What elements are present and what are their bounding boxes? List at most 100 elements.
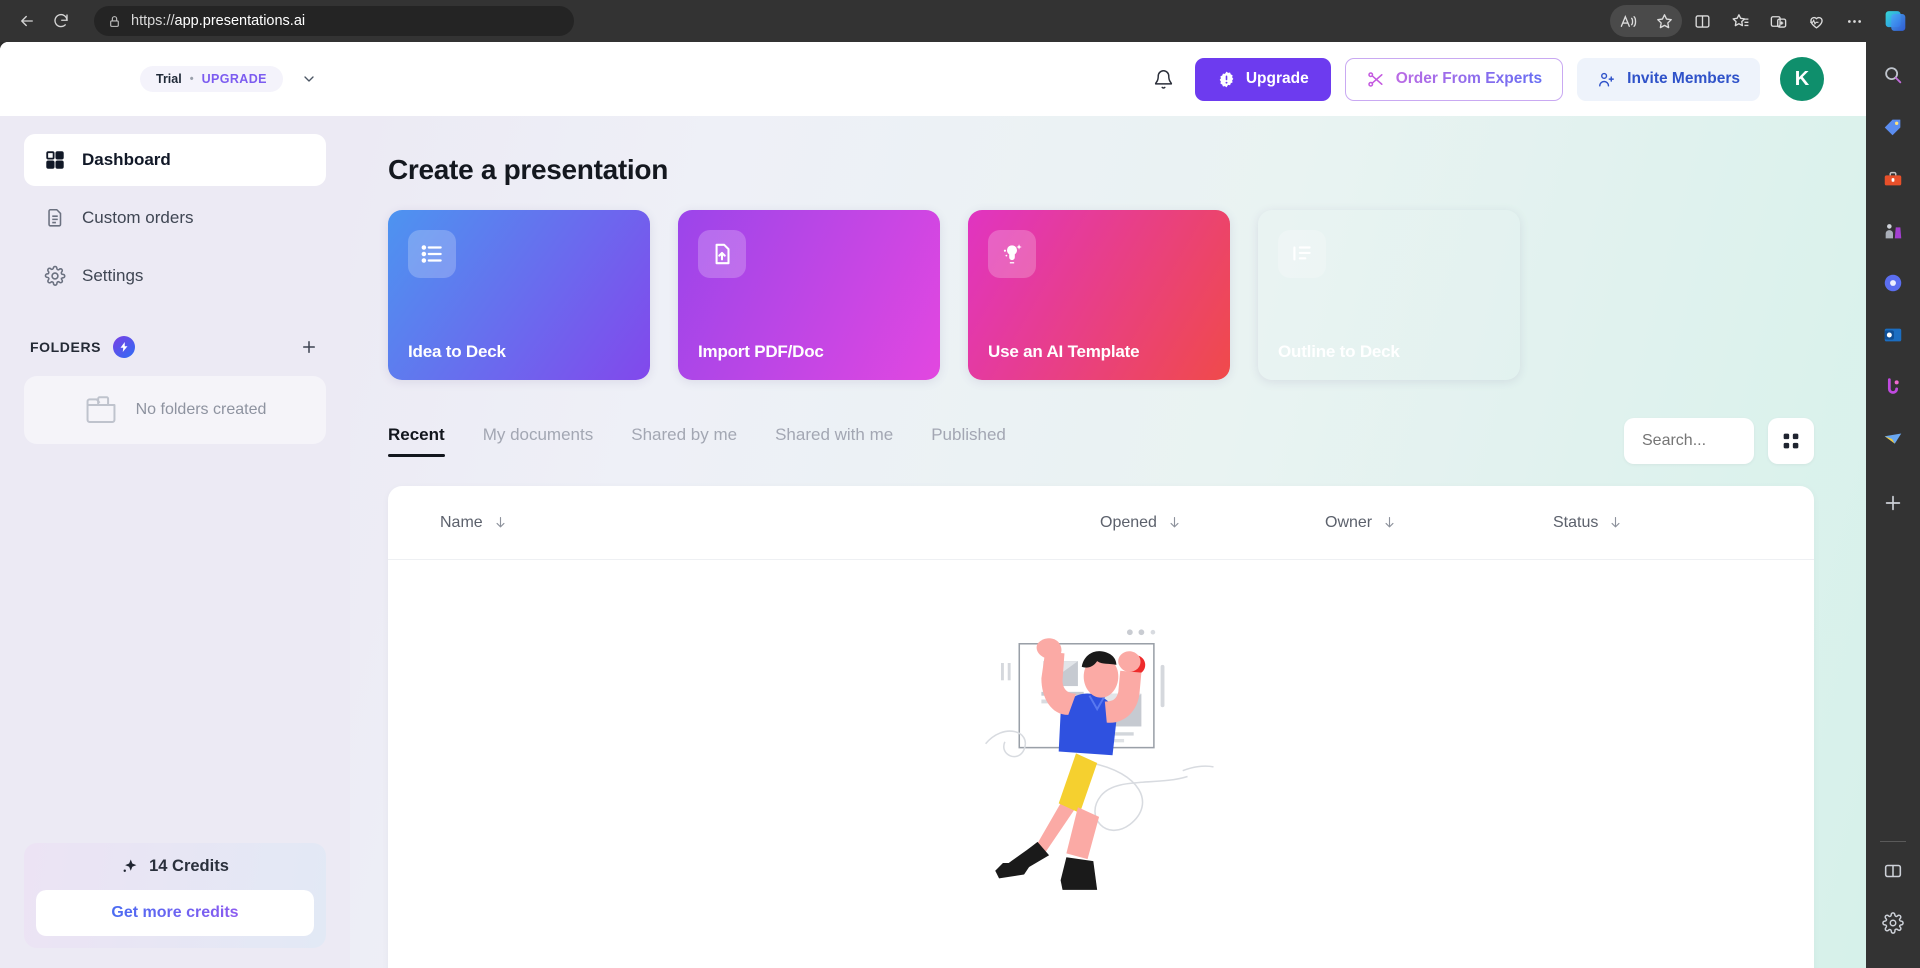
browser-toolbar-actions bbox=[1610, 5, 1910, 37]
card-import-pdf-doc[interactable]: Import PDF/Doc bbox=[678, 210, 940, 380]
order-button-label: Order From Experts bbox=[1395, 70, 1543, 87]
plus-icon bbox=[303, 341, 315, 353]
order-from-experts-button[interactable]: Order From Experts bbox=[1344, 57, 1564, 101]
more-options-icon[interactable] bbox=[1836, 5, 1872, 37]
url-text: https://app.presentations.ai bbox=[131, 13, 305, 29]
arrow-down-icon bbox=[496, 516, 505, 528]
search-icon[interactable] bbox=[1874, 56, 1912, 94]
dashboard-grid-icon bbox=[46, 151, 64, 169]
page-title: Create a presentation bbox=[388, 154, 669, 185]
card-idea-to-deck[interactable]: Idea to Deck bbox=[388, 210, 650, 380]
url-host: app.presentations.ai bbox=[174, 13, 306, 29]
edge-vertical-sidebar bbox=[1866, 42, 1920, 968]
table-header-owner[interactable]: Owner bbox=[1325, 514, 1553, 532]
gear-icon bbox=[44, 265, 66, 286]
upgrade-button[interactable]: Upgrade bbox=[1194, 57, 1331, 101]
person-add-icon bbox=[1599, 72, 1615, 87]
left-sidebar: Dashboard Custom orders Settings FOLDERS bbox=[0, 116, 350, 968]
address-bar[interactable]: https://app.presentations.ai bbox=[94, 6, 574, 36]
person-with-presentation-illustration bbox=[985, 629, 1214, 890]
favorite-star-icon[interactable] bbox=[1646, 5, 1682, 37]
sidebar-item-settings[interactable]: Settings bbox=[24, 250, 326, 302]
arrow-down-icon bbox=[1385, 516, 1394, 528]
outlook-icon[interactable] bbox=[1874, 316, 1912, 354]
app-header: Trial • UPGRADE Upgrade Order From Exper… bbox=[0, 42, 1866, 116]
split-pane-icon[interactable] bbox=[1874, 852, 1912, 890]
card-use-ai-template[interactable]: Use an AI Template bbox=[968, 210, 1230, 380]
search-input[interactable] bbox=[1624, 418, 1754, 464]
invite-members-button[interactable]: Invite Members bbox=[1577, 57, 1760, 101]
tab-published[interactable]: Published bbox=[931, 425, 1006, 457]
sidebar-item-label: Custom orders bbox=[82, 208, 194, 227]
table-header-opened[interactable]: Opened bbox=[1100, 514, 1325, 532]
grid-view-icon[interactable] bbox=[1768, 418, 1814, 464]
folders-header: FOLDERS bbox=[30, 334, 322, 360]
document-tabs: Recent My documents Shared by me Shared … bbox=[388, 425, 1006, 457]
arrow-down-icon bbox=[1170, 516, 1179, 528]
browser-essentials-icon[interactable] bbox=[1760, 5, 1796, 37]
folders-title: FOLDERS bbox=[30, 339, 102, 355]
tab-label: Recent bbox=[388, 425, 445, 444]
file-upload-icon bbox=[698, 230, 746, 278]
sidebar-item-custom-orders[interactable]: Custom orders bbox=[24, 192, 326, 244]
designer-icon[interactable] bbox=[1874, 368, 1912, 406]
add-folder-button[interactable] bbox=[296, 334, 322, 360]
copilot-logo[interactable] bbox=[1880, 6, 1910, 36]
credits-count: 14 Credits bbox=[36, 857, 314, 890]
table-header-row: Name Opened Owner Status bbox=[388, 486, 1814, 560]
trial-label: Trial bbox=[156, 72, 182, 86]
upgrade-badge-icon bbox=[1219, 71, 1234, 87]
table-header-label: Name bbox=[440, 513, 483, 531]
send-icon[interactable] bbox=[1874, 420, 1912, 458]
chevron-down-icon[interactable] bbox=[295, 65, 323, 93]
sidebar-divider bbox=[1880, 841, 1906, 842]
collections-icon[interactable] bbox=[1722, 5, 1758, 37]
table-header-name[interactable]: Name bbox=[440, 514, 1100, 532]
reload-icon[interactable] bbox=[44, 4, 78, 38]
empty-state bbox=[388, 560, 1814, 968]
create-presentation-cards: Idea to Deck Import PDF/Doc Use an AI Te… bbox=[388, 210, 1814, 380]
card-label: Outline to Deck bbox=[1278, 342, 1400, 361]
settings-gear-icon[interactable] bbox=[1874, 904, 1912, 942]
invite-button-label: Invite Members bbox=[1627, 70, 1740, 87]
empty-folders-label: No folders created bbox=[135, 401, 267, 418]
split-screen-icon[interactable] bbox=[1684, 5, 1720, 37]
list-icon bbox=[408, 230, 456, 278]
health-icon[interactable] bbox=[1798, 5, 1834, 37]
trial-badge[interactable]: Trial • UPGRADE bbox=[140, 66, 283, 92]
bell-icon[interactable] bbox=[1147, 62, 1181, 96]
sidebar-item-label: Settings bbox=[82, 266, 144, 285]
credits-panel: 14 Credits Get more credits bbox=[24, 843, 326, 948]
get-more-credits-button[interactable]: Get more credits bbox=[36, 890, 314, 936]
avatar[interactable]: K bbox=[1780, 57, 1824, 101]
games-icon[interactable] bbox=[1874, 212, 1912, 250]
table-header-label: Owner bbox=[1325, 513, 1373, 531]
sidebar-item-label: Dashboard bbox=[82, 150, 171, 169]
add-icon[interactable] bbox=[1874, 484, 1912, 522]
table-header-label: Opened bbox=[1100, 513, 1157, 531]
url-scheme: https:// bbox=[131, 13, 175, 29]
tab-my-documents[interactable]: My documents bbox=[483, 425, 594, 457]
tab-shared-with-me[interactable]: Shared with me bbox=[775, 425, 893, 457]
shopping-tag-icon[interactable] bbox=[1874, 108, 1912, 146]
empty-folders-state: No folders created bbox=[24, 376, 326, 444]
table-header-status[interactable]: Status bbox=[1553, 514, 1623, 532]
lightning-bolt-icon bbox=[113, 336, 136, 358]
sidebar-item-dashboard[interactable]: Dashboard bbox=[24, 134, 326, 186]
browser-toolbar: https://app.presentations.ai bbox=[0, 0, 1920, 42]
trial-upgrade-link[interactable]: UPGRADE bbox=[202, 72, 267, 86]
card-label: Import PDF/Doc bbox=[698, 342, 824, 361]
card-outline-to-deck[interactable]: Outline to Deck bbox=[1258, 210, 1520, 380]
app-window: Trial • UPGRADE Upgrade Order From Exper… bbox=[0, 42, 1866, 968]
tab-shared-by-me[interactable]: Shared by me bbox=[631, 425, 737, 457]
tab-label: Shared by me bbox=[631, 425, 738, 444]
tab-recent[interactable]: Recent bbox=[388, 425, 445, 457]
upgrade-button-label: Upgrade bbox=[1245, 70, 1309, 87]
read-aloud-icon[interactable] bbox=[1610, 5, 1646, 37]
tab-label: Shared with me bbox=[775, 425, 894, 444]
app-body: Dashboard Custom orders Settings FOLDERS bbox=[0, 116, 1866, 968]
tools-icon[interactable] bbox=[1874, 160, 1912, 198]
copilot-icon[interactable] bbox=[1874, 264, 1912, 302]
get-more-credits-label: Get more credits bbox=[111, 904, 239, 921]
back-arrow-icon[interactable] bbox=[10, 4, 44, 38]
